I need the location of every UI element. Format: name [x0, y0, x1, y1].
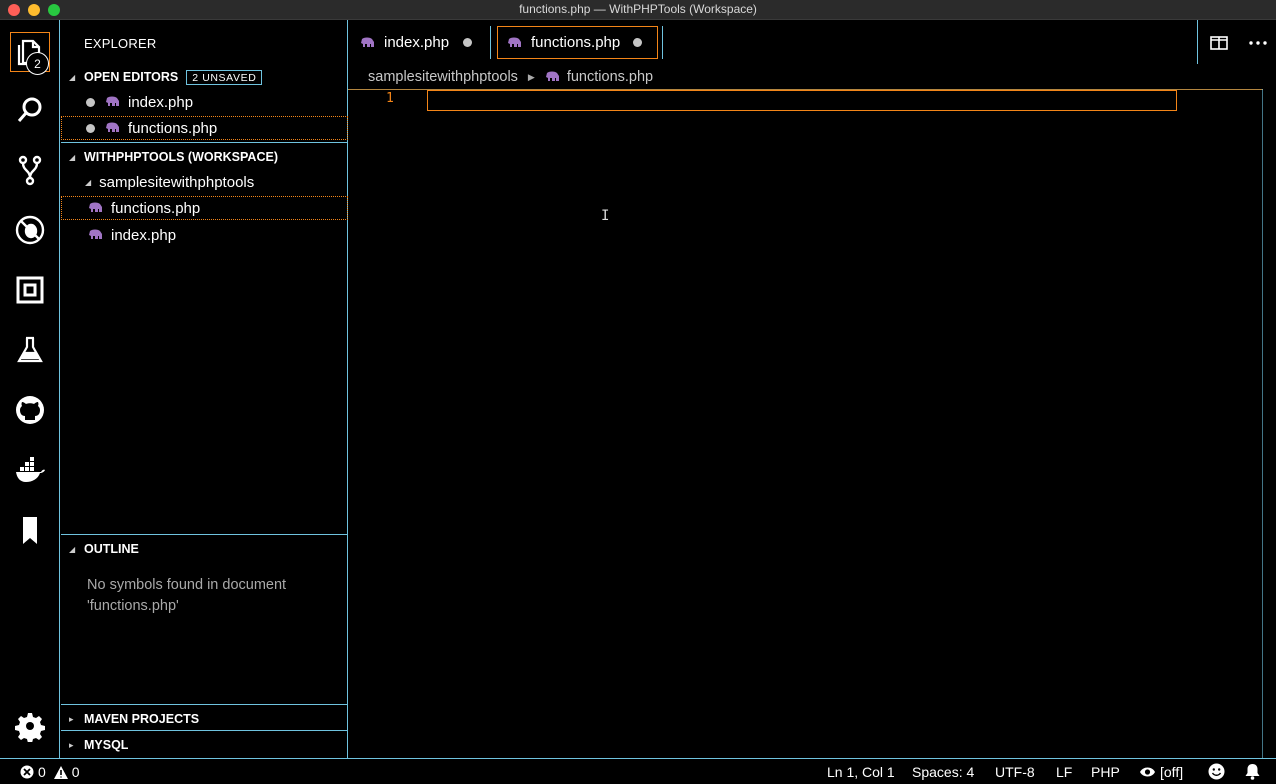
language-mode[interactable]: PHP [1091, 764, 1120, 780]
expanded-chevron-icon: ◢ [69, 72, 76, 82]
status-bar: 0 0 Ln 1, Col 1 Spaces: 4 UTF-8 LF PHP [… [0, 758, 1276, 784]
tab-separator [662, 26, 663, 59]
eye-icon [1140, 767, 1155, 777]
php-elephant-icon [105, 96, 121, 108]
debug-icon[interactable] [10, 210, 50, 250]
section-divider [61, 534, 348, 535]
open-editor-label: functions.php [128, 119, 218, 137]
dirty-dot-icon[interactable] [86, 97, 95, 107]
feedback-smiley-icon[interactable] [1208, 763, 1225, 780]
test-flask-icon[interactable] [10, 330, 50, 370]
workspace-header[interactable]: ◢ WITHPHPTOOLS (WORKSPACE) [61, 146, 348, 168]
mysql-label: MYSQL [84, 738, 129, 752]
outline-empty-message: No symbols found in document 'functions.… [87, 575, 327, 617]
folder-expanded-icon: ◢ [85, 177, 92, 187]
indentation[interactable]: Spaces: 4 [912, 764, 974, 780]
mysql-header[interactable]: ▸ MYSQL [61, 734, 348, 756]
window-title: functions.php — WithPHPTools (Workspace) [519, 2, 757, 16]
error-count: 0 [38, 764, 46, 780]
php-elephant-icon [88, 229, 104, 241]
php-elephant-icon [360, 37, 376, 49]
breadcrumb-chevron-icon: ▶ [527, 71, 535, 82]
open-editors-label: OPEN EDITORS [84, 70, 179, 84]
current-line-highlight[interactable] [427, 90, 1177, 111]
source-control-icon[interactable] [10, 150, 50, 190]
unsaved-badge: 2 UNSAVED [186, 69, 263, 85]
php-elephant-icon [88, 202, 104, 214]
section-divider [61, 142, 348, 143]
tab-label: functions.php [531, 34, 621, 51]
github-icon[interactable] [10, 390, 50, 430]
text-cursor-icon: I [601, 208, 610, 224]
cursor-position[interactable]: Ln 1, Col 1 [827, 764, 895, 780]
collapsed-chevron-icon: ▸ [69, 713, 74, 724]
notifications-bell-icon[interactable] [1245, 763, 1260, 780]
more-actions-icon[interactable] [1247, 32, 1269, 54]
collapsed-chevron-icon: ▸ [69, 739, 74, 750]
workspace-label: WITHPHPTOOLS (WORKSPACE) [84, 150, 278, 164]
dirty-dot-icon[interactable] [86, 123, 95, 133]
warning-icon [53, 765, 68, 779]
live-server-label: [off] [1160, 764, 1184, 780]
expanded-chevron-icon: ◢ [69, 544, 76, 554]
settings-gear-icon[interactable] [10, 706, 50, 746]
bookmark-icon[interactable] [10, 510, 50, 550]
expanded-chevron-icon: ◢ [69, 152, 76, 162]
editor-tabs: index.php functions.php [348, 20, 1276, 64]
folder-label: samplesitewithphptools [99, 173, 255, 191]
folder-item-samplesite[interactable]: ◢ samplesitewithphptools [61, 170, 348, 194]
encoding[interactable]: UTF-8 [995, 764, 1035, 780]
tab-index-php[interactable]: index.php [360, 26, 473, 59]
live-server-toggle[interactable]: [off] [1139, 764, 1183, 780]
search-icon[interactable] [10, 90, 50, 130]
breadcrumb-file[interactable]: functions.php [567, 69, 653, 85]
outline-empty-line: 'functions.php' [87, 598, 179, 614]
php-elephant-icon [507, 37, 523, 49]
open-editor-label: index.php [128, 93, 194, 111]
tab-label: index.php [384, 34, 450, 51]
extensions-icon[interactable] [10, 270, 50, 310]
file-item-index[interactable]: index.php [61, 223, 348, 247]
file-label: functions.php [111, 199, 201, 217]
error-icon [20, 765, 34, 779]
section-divider [61, 730, 348, 731]
outline-empty-line: No symbols found in document [87, 577, 287, 593]
title-bar: functions.php — WithPHPTools (Workspace) [0, 0, 1276, 20]
open-editors-header[interactable]: ◢ OPEN EDITORS 2 UNSAVED [61, 66, 348, 88]
docker-icon[interactable] [10, 450, 50, 490]
warning-count: 0 [71, 764, 80, 780]
tab-functions-php[interactable]: functions.php [497, 26, 658, 59]
sidebar-title: EXPLORER [84, 36, 157, 51]
maven-projects-label: MAVEN PROJECTS [84, 712, 200, 726]
problems-indicator[interactable]: 0 0 [20, 764, 80, 780]
tab-separator [490, 26, 491, 59]
open-editor-item-index[interactable]: index.php [61, 90, 348, 114]
outline-header[interactable]: ◢ OUTLINE [61, 538, 348, 560]
split-editor-icon[interactable] [1208, 32, 1230, 54]
maven-projects-header[interactable]: ▸ MAVEN PROJECTS [61, 708, 348, 730]
tab-actions-separator [1197, 20, 1198, 64]
tab-dirty-close-icon[interactable] [463, 38, 473, 47]
file-label: index.php [111, 226, 177, 244]
outline-label: OUTLINE [84, 542, 139, 556]
activity-bar: 2 [0, 20, 60, 758]
open-editor-item-functions[interactable]: functions.php [61, 116, 348, 140]
editor-scrollbar[interactable] [1262, 89, 1263, 758]
breadcrumb: samplesitewithphptools ▶ functions.php [368, 67, 653, 87]
line-number: 1 [386, 91, 394, 106]
sidebar-explorer: EXPLORER ◢ OPEN EDITORS 2 UNSAVED index.… [61, 20, 348, 758]
breadcrumb-folder[interactable]: samplesitewithphptools [368, 69, 518, 85]
explorer-badge: 2 [26, 52, 49, 75]
section-divider [61, 704, 348, 705]
end-of-line[interactable]: LF [1056, 764, 1072, 780]
code-editor[interactable]: 1 I [348, 89, 1276, 758]
tab-dirty-close-icon[interactable] [633, 38, 643, 47]
php-elephant-icon [545, 71, 561, 83]
php-elephant-icon [105, 122, 121, 134]
file-item-functions[interactable]: functions.php [61, 196, 348, 220]
